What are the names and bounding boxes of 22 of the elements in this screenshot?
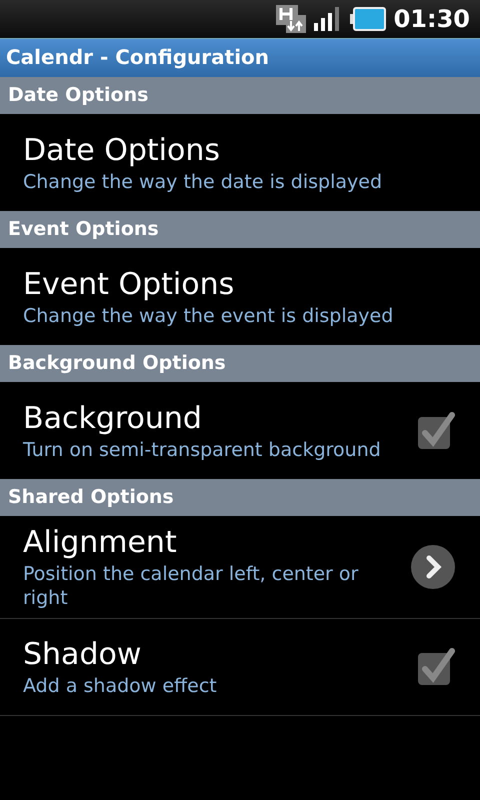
window-title: Calendr - Configuration — [5, 44, 270, 71]
section-header: Shared Options — [7, 485, 175, 510]
setting-title: Alignment — [23, 524, 178, 562]
setting-title: Shadow — [23, 636, 142, 674]
setting-summary: Turn on semi-transparent background — [23, 438, 382, 462]
checkbox[interactable] — [416, 647, 456, 687]
battery-icon — [350, 7, 386, 31]
checkbox[interactable] — [416, 410, 456, 450]
setting-title: Event Options — [23, 266, 236, 304]
clock: 01:30 — [394, 5, 470, 33]
setting-summary: Change the way the date is displayed — [23, 170, 384, 194]
setting-summary: Position the calendar left, center or right — [23, 562, 360, 610]
setting-summary: Add a shadow effect — [23, 674, 218, 698]
section-header: Background Options — [7, 351, 227, 376]
setting-summary: Change the way the event is displayed — [23, 304, 394, 328]
section-header: Date Options — [7, 83, 150, 108]
setting-title: Date Options — [23, 132, 221, 170]
chevron-right-icon[interactable] — [410, 544, 456, 590]
section-header: Event Options — [7, 217, 160, 242]
setting-title: Background — [23, 400, 203, 438]
signal-icon — [314, 7, 342, 31]
network-type-icon — [276, 5, 306, 33]
